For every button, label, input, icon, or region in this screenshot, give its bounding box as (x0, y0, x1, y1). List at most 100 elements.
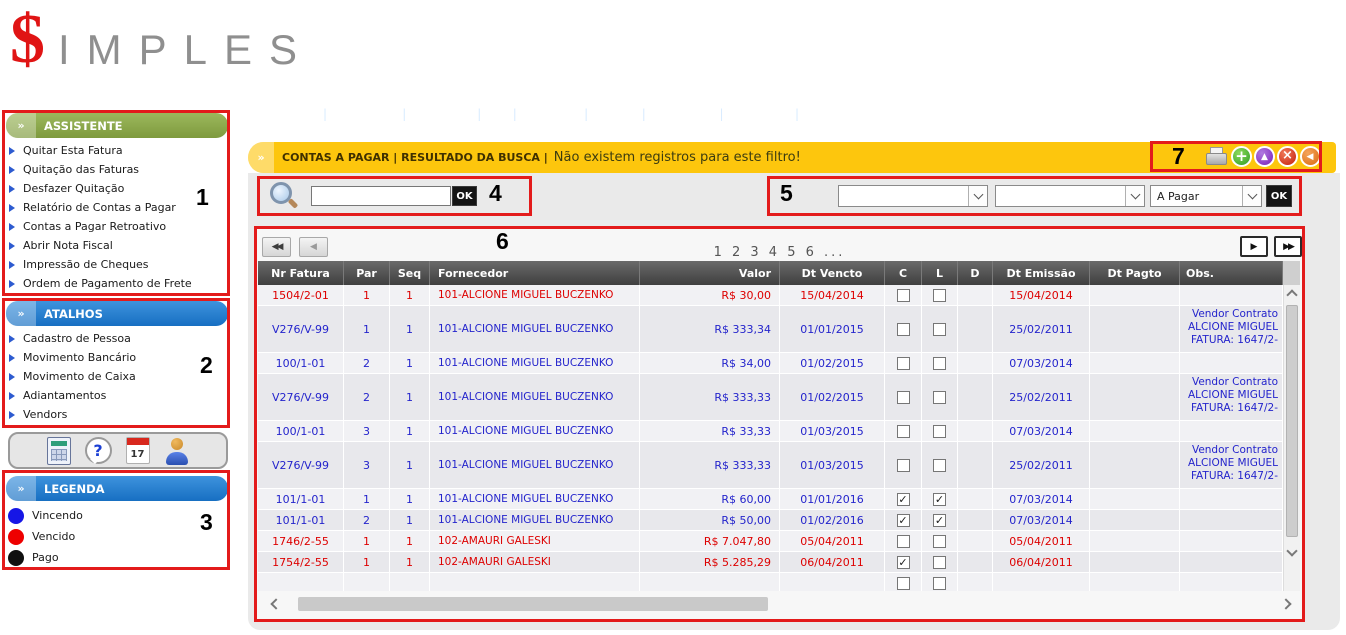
column-header[interactable]: Obs. (1180, 261, 1283, 285)
nav-item-gerencial[interactable]: Gerencial (413, 107, 470, 121)
checkbox[interactable] (933, 289, 946, 302)
checkbox[interactable] (933, 323, 946, 336)
sidebar-item[interactable]: Abrir Nota Fiscal (6, 236, 226, 255)
cell (922, 285, 958, 305)
scroll-down-icon[interactable] (1286, 545, 1297, 556)
checkbox[interactable] (933, 391, 946, 404)
last-page-button[interactable] (1274, 236, 1302, 257)
checkbox[interactable] (897, 577, 910, 590)
vertical-scroll-thumb[interactable] (1286, 305, 1298, 537)
table-row[interactable]: 100/1-0121101-ALCIONE MIGUEL BUCZENKOR$ … (258, 353, 1283, 374)
user-icon[interactable] (164, 437, 190, 465)
checkbox[interactable] (897, 425, 910, 438)
nav-item-relatórios[interactable]: Relatórios (653, 107, 713, 121)
logo-text: IMPLES (58, 26, 314, 74)
checkbox[interactable] (897, 289, 910, 302)
close-icon[interactable] (1277, 146, 1298, 167)
sidebar-item[interactable]: Cadastro de Pessoa (6, 329, 226, 348)
sidebar-item[interactable]: Impressão de Cheques (6, 255, 226, 274)
column-header[interactable]: C (885, 261, 922, 285)
sidebar-item[interactable]: Desfazer Quitação (6, 179, 226, 198)
column-header[interactable]: Par (344, 261, 390, 285)
cell: 102-AMAURI GALESKI (430, 552, 640, 572)
checkbox[interactable] (933, 556, 946, 569)
first-page-button[interactable] (262, 237, 291, 257)
filter-ok-button[interactable]: OK (1266, 185, 1292, 207)
up-icon[interactable] (1254, 146, 1275, 167)
calculator-icon[interactable] (47, 437, 71, 465)
sidebar-item[interactable]: Adiantamentos (6, 386, 226, 405)
column-header[interactable]: Dt Vencto (780, 261, 885, 285)
sidebar-item[interactable]: Quitação das Faturas (6, 160, 226, 179)
table-row[interactable]: 101/1-0111101-ALCIONE MIGUEL BUCZENKOR$ … (258, 489, 1283, 510)
column-header[interactable]: D (958, 261, 993, 285)
cell: 1 (344, 306, 390, 352)
checkbox[interactable]: ✓ (897, 514, 910, 527)
column-header[interactable]: L (922, 261, 958, 285)
add-icon[interactable] (1231, 146, 1252, 167)
printer-icon[interactable] (1205, 147, 1226, 167)
column-header[interactable]: Seq (390, 261, 430, 285)
checkbox[interactable] (933, 577, 946, 590)
scroll-left-icon[interactable] (270, 598, 281, 609)
calendar-icon[interactable]: 17 (126, 437, 150, 464)
nav-item-rh[interactable]: RH (488, 107, 505, 121)
cell: R$ 5.285,29 (640, 552, 780, 572)
search-ok-button[interactable]: OK (452, 186, 477, 206)
column-header[interactable]: Dt Emissão (993, 261, 1090, 285)
sidebar-item[interactable]: Vendors (6, 405, 226, 424)
checkbox[interactable] (933, 535, 946, 548)
checkbox[interactable]: ✓ (897, 556, 910, 569)
checkbox[interactable] (933, 425, 946, 438)
column-header[interactable]: Valor (640, 261, 780, 285)
table-row[interactable]: 101/1-0121101-ALCIONE MIGUEL BUCZENKOR$ … (258, 510, 1283, 531)
table-row[interactable]: V276/V-9921101-ALCIONE MIGUEL BUCZENKOR$… (258, 374, 1283, 421)
nav-item-cadastros[interactable]: Cadastros (256, 107, 316, 121)
table-row[interactable] (258, 573, 1283, 591)
table-row[interactable]: 1754/2-5511102-AMAURI GALESKIR$ 5.285,29… (258, 552, 1283, 573)
cell: R$ 30,00 (640, 285, 780, 305)
checkbox[interactable] (933, 357, 946, 370)
sidebar-item[interactable]: Quitar Esta Fatura (6, 141, 226, 160)
table-row[interactable]: 100/1-0131101-ALCIONE MIGUEL BUCZENKOR$ … (258, 421, 1283, 442)
filter-select-status-value: A Pagar (1157, 190, 1199, 203)
nav-item-saídas[interactable]: Saídas (595, 107, 635, 121)
column-header[interactable]: Nr Fatura (258, 261, 344, 285)
column-header[interactable]: Dt Pagto (1090, 261, 1180, 285)
scroll-up-icon[interactable] (1286, 289, 1297, 300)
table-row[interactable]: 1746/2-5511102-AMAURI GALESKIR$ 7.047,80… (258, 531, 1283, 552)
table-row[interactable]: V276/V-9911101-ALCIONE MIGUEL BUCZENKOR$… (258, 306, 1283, 353)
sidebar-item[interactable]: Ordem de Pagamento de Frete (6, 274, 226, 293)
table-row[interactable]: V276/V-9931101-ALCIONE MIGUEL BUCZENKOR$… (258, 442, 1283, 489)
previous-page-button[interactable] (299, 237, 328, 257)
checkbox[interactable]: ✓ (933, 514, 946, 527)
back-icon[interactable] (1300, 146, 1321, 167)
sidebar-item[interactable]: Contas a Pagar Retroativo (6, 217, 226, 236)
checkbox[interactable] (897, 535, 910, 548)
sidebar-item[interactable]: Movimento de Caixa (6, 367, 226, 386)
filter-select-1[interactable] (838, 185, 988, 207)
next-page-button[interactable] (1240, 236, 1268, 257)
search-input[interactable] (311, 186, 451, 206)
column-header[interactable]: Fornecedor (430, 261, 640, 285)
vertical-scrollbar[interactable] (1283, 285, 1300, 591)
checkbox[interactable] (933, 459, 946, 472)
horizontal-scrollbar[interactable] (262, 594, 1300, 614)
checkbox[interactable]: ✓ (933, 493, 946, 506)
table-row[interactable]: 1504/2-0111101-ALCIONE MIGUEL BUCZENKOR$… (258, 285, 1283, 306)
checkbox[interactable] (897, 323, 910, 336)
scroll-right-icon[interactable] (1280, 598, 1291, 609)
checkbox[interactable] (897, 459, 910, 472)
sidebar-item[interactable]: Movimento Bancário (6, 348, 226, 367)
horizontal-scroll-thumb[interactable] (298, 597, 768, 611)
help-icon[interactable]: ? (85, 437, 112, 464)
nav-item-utilitários[interactable]: Utilitários (731, 107, 788, 121)
nav-item-entradas[interactable]: Entradas (524, 107, 577, 121)
filter-select-status[interactable]: A Pagar (1150, 185, 1262, 207)
checkbox[interactable]: ✓ (897, 493, 910, 506)
nav-item-financeiro[interactable]: Financeiro (334, 107, 395, 121)
checkbox[interactable] (897, 357, 910, 370)
checkbox[interactable] (897, 391, 910, 404)
sidebar-item[interactable]: Relatório de Contas a Pagar (6, 198, 226, 217)
filter-select-2[interactable] (995, 185, 1145, 207)
